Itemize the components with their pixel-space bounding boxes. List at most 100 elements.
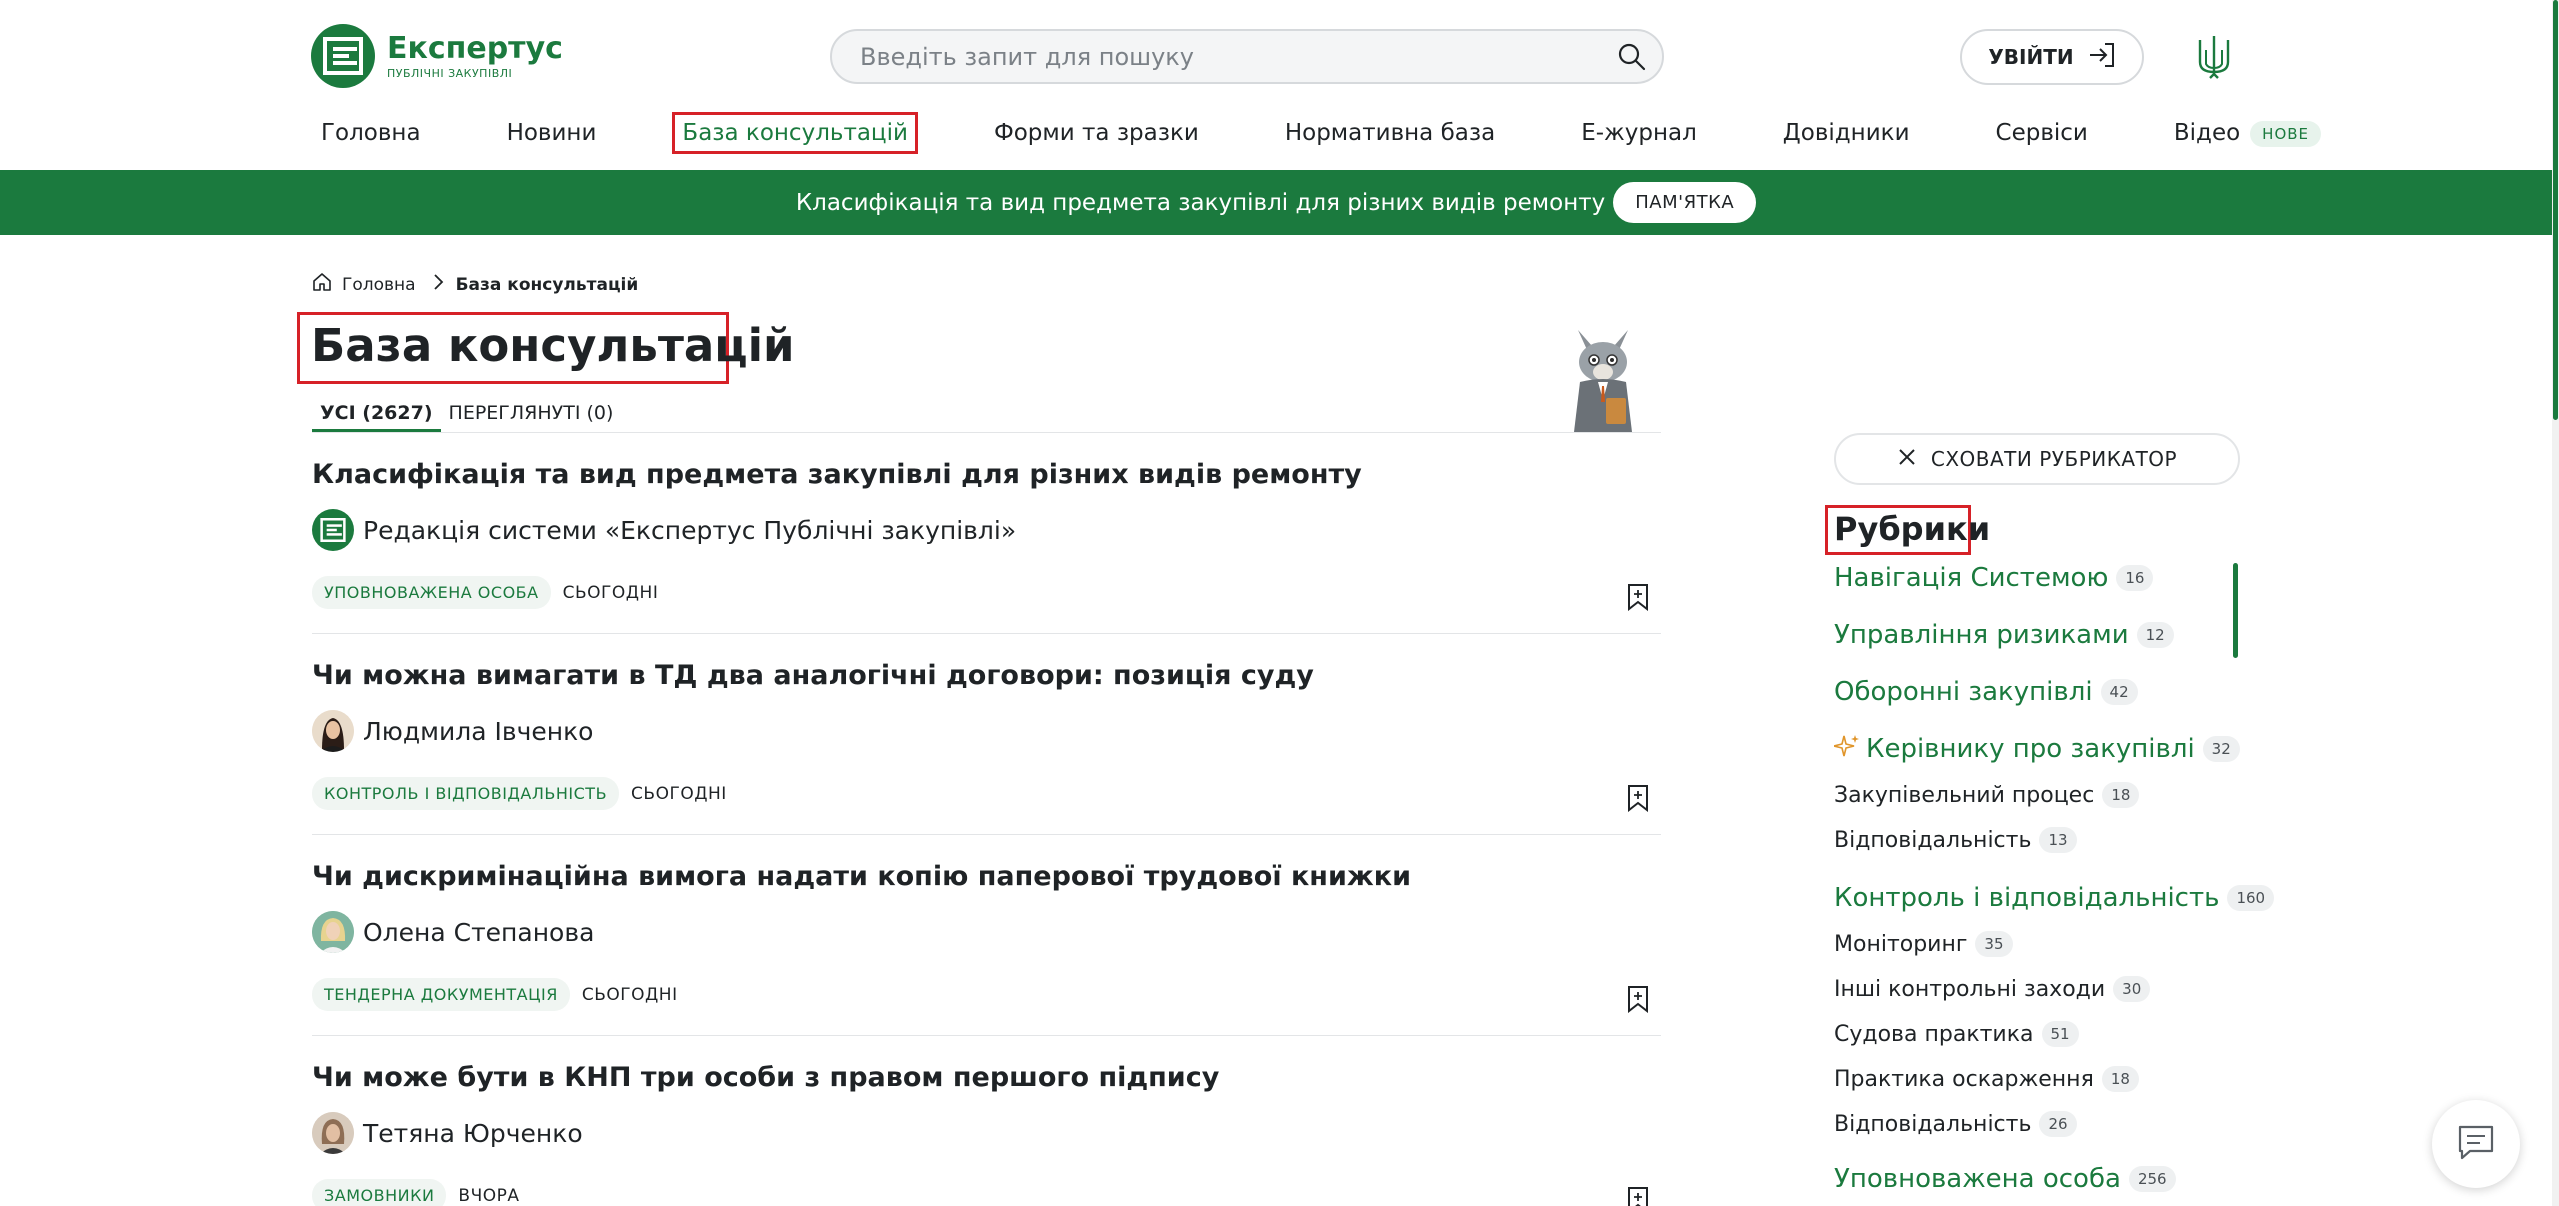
rubric-subitem[interactable]: Моніторинг 35	[1834, 931, 2013, 957]
logo-icon	[311, 24, 375, 88]
avatar	[312, 509, 354, 551]
rubric-label: Відповідальність	[1834, 1111, 2032, 1137]
hide-rubricator-button[interactable]: СХОВАТИ РУБРИКАТОР	[1834, 433, 2240, 485]
rubric-count: 16	[2116, 565, 2154, 591]
article-title[interactable]: Чи може бути в КНП три особи з правом пе…	[312, 1062, 1219, 1093]
article-meta: ЗАМОВНИКИ ВЧОРА	[312, 1179, 520, 1206]
breadcrumb-home[interactable]: Головна	[342, 275, 416, 295]
rubric-item[interactable]: Оборонні закупівлі 42	[1834, 677, 2138, 707]
breadcrumb: Головна База консультацій	[312, 272, 638, 297]
article-list: Класифікація та вид предмета закупівлі д…	[312, 433, 1661, 1206]
article-date: СЬОГОДНІ	[562, 582, 659, 603]
main-nav: Головна Новини База консультацій Форми т…	[311, 112, 2397, 155]
article-author: Людмила Івченко	[312, 710, 593, 752]
nav-item-home[interactable]: Головна	[311, 112, 431, 154]
hide-rubricator-label: СХОВАТИ РУБРИКАТОР	[1930, 447, 2178, 471]
bookmark-icon[interactable]	[1627, 784, 1649, 816]
nav-item-news[interactable]: Новини	[497, 112, 607, 154]
author-name: Редакція системи «Експертус Публічні зак…	[363, 515, 1017, 545]
nav-item-services[interactable]: Сервіси	[1986, 112, 2098, 154]
sparkle-icon	[1833, 734, 1860, 764]
chat-button[interactable]	[2432, 1100, 2520, 1188]
login-icon	[2088, 42, 2116, 72]
article-date: СЬОГОДНІ	[631, 783, 727, 804]
article-date: ВЧОРА	[458, 1185, 520, 1206]
memo-button[interactable]: ПАМ'ЯТКА	[1613, 182, 1757, 223]
login-label: УВІЙТИ	[1988, 45, 2074, 69]
rubric-subitem[interactable]: Закупівельний процес 18	[1834, 782, 2140, 808]
rubric-count: 51	[2041, 1021, 2079, 1047]
article-author: Тетяна Юрченко	[312, 1112, 583, 1154]
rubric-item[interactable]: Навігація Системою 16	[1834, 563, 2154, 593]
rubric-label: Контроль і відповідальність	[1834, 883, 2220, 913]
rubric-count: 18	[2102, 782, 2140, 808]
rubric-label: Закупівельний процес	[1834, 782, 2095, 808]
login-button[interactable]: УВІЙТИ	[1960, 29, 2144, 85]
rubric-item[interactable]: Контроль і відповідальність 160	[1834, 883, 2275, 913]
rubric-label: Навігація Системою	[1834, 563, 2109, 593]
rubric-count: 32	[2202, 736, 2240, 762]
article-title[interactable]: Класифікація та вид предмета закупівлі д…	[312, 459, 1362, 490]
rubric-item[interactable]: Керівнику про закупівлі 32	[1833, 734, 2240, 764]
rubric-count: 26	[2039, 1111, 2077, 1137]
category-tag[interactable]: ТЕНДЕРНА ДОКУМЕНТАЦІЯ	[312, 978, 570, 1011]
list-item: Класифікація та вид предмета закупівлі д…	[312, 433, 1661, 634]
article-date: СЬОГОДНІ	[581, 984, 678, 1005]
bookmark-icon[interactable]	[1627, 985, 1649, 1017]
page-scrollbar-thumb[interactable]	[2553, 0, 2558, 420]
category-tag[interactable]: ЗАМОВНИКИ	[312, 1179, 447, 1206]
nav-item-consultations[interactable]: База консультацій	[672, 112, 918, 155]
rubric-item[interactable]: Управління ризиками 12	[1834, 620, 2174, 650]
rubric-label: Керівнику про закупівлі	[1866, 734, 2195, 764]
bookmark-icon[interactable]	[1627, 583, 1649, 615]
author-name: Тетяна Юрченко	[363, 1118, 583, 1148]
bookmark-icon[interactable]	[1627, 1186, 1649, 1206]
rubric-subitem[interactable]: Практика оскарження 18	[1834, 1066, 2139, 1092]
list-item: Чи дискримінаційна вимога надати копію п…	[312, 835, 1661, 1036]
nav-item-regulations[interactable]: Нормативна база	[1275, 112, 1505, 154]
nav-item-references[interactable]: Довідники	[1773, 112, 1920, 154]
rubric-count: 12	[2136, 622, 2174, 648]
logo-subtitle: ПУБЛІЧНІ ЗАКУПІВЛІ	[387, 66, 513, 80]
promo-banner: Класифікація та вид предмета закупівлі д…	[0, 170, 2552, 235]
tab-all[interactable]: УСІ (2627)	[312, 396, 441, 432]
nav-item-forms[interactable]: Форми та зразки	[984, 112, 1209, 154]
home-icon[interactable]	[312, 272, 332, 297]
rubric-label: Інші контрольні заходи	[1834, 976, 2106, 1002]
rubric-count: 35	[1975, 931, 2013, 957]
tab-viewed[interactable]: ПЕРЕГЛЯНУТІ (0)	[441, 396, 622, 432]
rubric-count: 18	[2101, 1066, 2139, 1092]
rubric-subitem[interactable]: Відповідальність 13	[1834, 827, 2077, 853]
rubric-subitem[interactable]: Відповідальність 26	[1834, 1111, 2077, 1137]
author-name: Олена Степанова	[363, 917, 595, 947]
chat-icon	[2456, 1123, 2496, 1165]
rubric-label: Оборонні закупівлі	[1834, 677, 2093, 707]
rubric-subitem[interactable]: Судова практика 51	[1834, 1021, 2079, 1047]
article-author: Редакція системи «Експертус Публічні зак…	[312, 509, 1016, 551]
category-tag[interactable]: УПОВНОВАЖЕНА ОСОБА	[312, 576, 551, 609]
nav-item-video[interactable]: Відео НОВЕ	[2164, 112, 2331, 155]
banner-text[interactable]: Класифікація та вид предмета закупівлі д…	[796, 190, 1605, 216]
list-item: Чи може бути в КНП три особи з правом пе…	[312, 1036, 1661, 1206]
nav-item-video-label: Відео	[2173, 120, 2241, 146]
logo[interactable]: Експертус ПУБЛІЧНІ ЗАКУПІВЛІ	[311, 24, 563, 88]
article-title[interactable]: Чи можна вимагати в ТД два аналогічні до…	[312, 660, 1314, 691]
rubric-item[interactable]: Уповноважена особа 256	[1834, 1164, 2176, 1194]
consultation-tabs: УСІ (2627) ПЕРЕГЛЯНУТІ (0)	[312, 396, 1661, 433]
chevron-right-icon	[432, 273, 444, 296]
article-meta: ТЕНДЕРНА ДОКУМЕНТАЦІЯ СЬОГОДНІ	[312, 978, 678, 1011]
author-name: Людмила Івченко	[363, 716, 594, 746]
rubric-count: 13	[2039, 827, 2077, 853]
rubrics-title: Рубрики	[1834, 510, 1991, 548]
category-tag[interactable]: КОНТРОЛЬ І ВІДПОВІДАЛЬНІСТЬ	[312, 777, 620, 810]
search-icon[interactable]	[1602, 32, 1662, 82]
avatar	[312, 710, 354, 752]
search-input[interactable]	[860, 42, 1602, 71]
breadcrumb-current: База консультацій	[455, 274, 639, 295]
rubrics-scrollbar[interactable]	[2233, 563, 2238, 658]
avatar	[312, 1112, 354, 1154]
rubric-subitem[interactable]: Інші контрольні заходи 30	[1834, 976, 2151, 1002]
rubric-label: Уповноважена особа	[1834, 1164, 2121, 1194]
article-title[interactable]: Чи дискримінаційна вимога надати копію п…	[312, 861, 1411, 892]
nav-item-ejournal[interactable]: Е-журнал	[1571, 112, 1707, 154]
